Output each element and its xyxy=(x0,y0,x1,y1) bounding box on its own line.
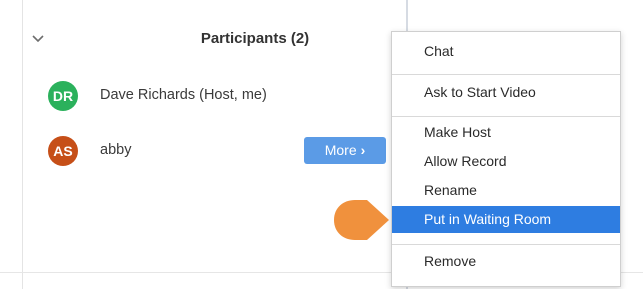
menu-item-ask-to-start-video[interactable]: Ask to Start Video xyxy=(392,79,620,106)
menu-item-put-in-waiting-room[interactable]: Put in Waiting Room xyxy=(392,206,620,233)
pointer-arrow-icon xyxy=(334,200,389,240)
participants-title: Participants (2) xyxy=(200,30,310,47)
avatar: AS xyxy=(48,136,78,166)
menu-item-remove[interactable]: Remove xyxy=(392,248,620,275)
menu-item-rename[interactable]: Rename xyxy=(392,177,620,204)
participant-context-menu: Chat Ask to Start Video Make Host Allow … xyxy=(391,31,621,287)
menu-divider xyxy=(392,244,620,245)
panel-border-left xyxy=(22,0,23,289)
menu-item-allow-record[interactable]: Allow Record xyxy=(392,148,620,175)
more-button[interactable]: More › xyxy=(304,137,386,164)
participant-name: Dave Richards (Host, me) xyxy=(100,87,267,103)
participant-row[interactable]: DR Dave Richards (Host, me) xyxy=(40,79,400,113)
menu-divider xyxy=(392,74,620,75)
menu-item-chat[interactable]: Chat xyxy=(392,38,620,65)
menu-divider xyxy=(392,116,620,117)
chevron-right-icon: › xyxy=(360,142,366,158)
chevron-down-icon[interactable] xyxy=(30,32,46,44)
avatar: DR xyxy=(48,81,78,111)
participants-panel-screen: Participants (2) DR Dave Richards (Host,… xyxy=(0,0,643,289)
menu-item-make-host[interactable]: Make Host xyxy=(392,119,620,146)
more-button-label: More xyxy=(324,142,357,158)
participant-name: abby xyxy=(100,142,132,158)
